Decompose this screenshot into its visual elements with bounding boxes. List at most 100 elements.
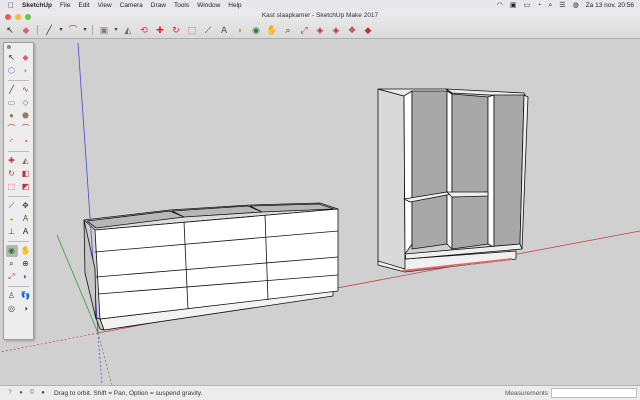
offset-icon[interactable]: ⟲ <box>137 23 151 37</box>
two-point-arc-icon[interactable]: ⌒ <box>20 123 32 135</box>
section-plane-icon[interactable]: ◑ <box>20 303 32 315</box>
line-icon[interactable]: ╱ <box>42 23 56 37</box>
three-point-arc-icon[interactable]: ◜ <box>6 136 18 148</box>
modeling-viewport[interactable] <box>0 39 640 385</box>
scene-canvas[interactable] <box>0 39 640 385</box>
menu-tools[interactable]: Tools <box>174 0 189 11</box>
shape-dropdown-icon[interactable]: ▾ <box>113 23 119 37</box>
wifi-like-icon[interactable]: ◠ <box>497 0 503 11</box>
look-around-icon[interactable]: ◎ <box>6 303 18 315</box>
move-icon[interactable]: ✚ <box>153 23 167 37</box>
select-icon[interactable]: ↖ <box>6 52 18 64</box>
pan-icon[interactable]: ✋ <box>265 23 279 37</box>
rotate-icon[interactable]: ↻ <box>169 23 183 37</box>
menu-window[interactable]: Window <box>197 0 220 11</box>
orbit-icon[interactable]: ◉ <box>249 23 263 37</box>
zoom-icon[interactable]: ⌕ <box>6 258 18 270</box>
zoom-extents-icon[interactable]: ⤢ <box>297 23 311 37</box>
palette-row: ▭ ◇ <box>4 97 33 109</box>
eraser-icon[interactable]: ◆ <box>19 23 33 37</box>
dimension-icon[interactable]: ✥ <box>20 200 32 212</box>
tape-measure-icon[interactable]: ⟋ <box>6 200 18 212</box>
previous-view-icon[interactable]: ◐ <box>20 271 32 283</box>
wifi-icon[interactable]: ◔ <box>537 0 541 11</box>
zoom-window-icon[interactable]: ⊕ <box>20 258 32 270</box>
battery-icon[interactable]: ▭ <box>524 0 531 11</box>
scale-icon[interactable]: ⬚ <box>185 23 199 37</box>
menu-help[interactable]: Help <box>228 0 241 11</box>
3d-text-icon[interactable]: A <box>20 226 32 238</box>
layout-icon[interactable]: ◆ <box>361 23 375 37</box>
menu-draw[interactable]: Draw <box>151 0 166 11</box>
position-camera-icon[interactable]: ♙ <box>6 290 18 302</box>
info-icon[interactable]: ? <box>6 389 14 397</box>
wardrobe-lower-left-panel <box>411 194 448 250</box>
palette-close-dot[interactable] <box>7 45 11 49</box>
palette-row: ⊥ A <box>4 226 33 238</box>
text-icon[interactable]: A <box>217 23 231 37</box>
offset-icon[interactable]: ◩ <box>20 181 32 193</box>
palette-row: ♙ 👣 <box>4 290 33 302</box>
dresser-model[interactable] <box>83 202 339 331</box>
polygon-icon[interactable]: ⬣ <box>20 110 32 122</box>
rotated-rectangle-icon[interactable]: ◇ <box>20 97 32 109</box>
paint-bucket-icon[interactable]: ◗ <box>233 23 247 37</box>
rotate-icon[interactable]: ↻ <box>6 168 18 180</box>
control-center-icon[interactable]: ☰ <box>559 0 565 11</box>
scale-icon[interactable]: ⬚ <box>6 181 18 193</box>
protractor-icon[interactable]: ◒ <box>6 213 18 225</box>
menu-app-name[interactable]: SketchUp <box>22 0 52 11</box>
menu-camera[interactable]: Camera <box>120 0 143 11</box>
geo-location-icon[interactable]: ● <box>17 389 25 397</box>
walk-icon[interactable]: 👣 <box>20 290 32 302</box>
eraser-icon[interactable]: ◆ <box>20 52 32 64</box>
palette-row: ↖ ◆ <box>4 52 33 64</box>
push-pull-icon[interactable]: ◭ <box>121 23 135 37</box>
arc-dropdown-icon[interactable]: ▾ <box>82 23 88 37</box>
user-icon[interactable]: ● <box>39 389 47 397</box>
search-icon[interactable]: ⌕ <box>548 0 552 11</box>
credits-icon[interactable]: © <box>28 389 36 397</box>
arc-icon[interactable]: ⌒ <box>66 23 80 37</box>
wardrobe-mid-divider <box>446 90 453 250</box>
menu-file[interactable]: File <box>60 0 70 11</box>
pie-icon[interactable]: ◔ <box>20 136 32 148</box>
share-model-icon[interactable]: ◈ <box>329 23 343 37</box>
wardrobe-right-divider <box>487 94 495 248</box>
siri-icon[interactable]: ◍ <box>573 0 579 11</box>
warehouse-icon[interactable]: ◈ <box>313 23 327 37</box>
arc-icon[interactable]: ⌒ <box>6 123 18 135</box>
follow-me-icon[interactable]: ◧ <box>20 168 32 180</box>
tape-measure-icon[interactable]: ⟋ <box>201 23 215 37</box>
zoom-icon[interactable]: ⌕ <box>281 23 295 37</box>
move-icon[interactable]: ✚ <box>6 155 18 167</box>
rectangle-icon[interactable]: ▭ <box>6 97 18 109</box>
window-titlebar: Kast slaapkamer - SketchUp Make 2017 ↖ ◆ ╱… <box>0 11 640 39</box>
palette-separator <box>8 241 29 242</box>
status-bar: ? ● © ● Drag to orbit. Shift = Pan, Opti… <box>0 385 640 400</box>
text-icon[interactable]: A <box>20 213 32 225</box>
box-icon[interactable]: ▣ <box>510 0 517 11</box>
make-component-icon[interactable]: ⬡ <box>6 65 18 77</box>
freehand-icon[interactable]: ∿ <box>20 84 32 96</box>
paint-bucket-icon[interactable]: ◗ <box>20 65 32 77</box>
zoom-extents-icon[interactable]: ⤢ <box>6 271 18 283</box>
apple-icon[interactable]:  <box>8 1 16 10</box>
orbit-icon[interactable]: ◉ <box>5 245 18 257</box>
menu-edit[interactable]: Edit <box>78 0 89 11</box>
menu-bar-clock[interactable]: Za 13 nov. 20:56 <box>586 2 634 9</box>
axes-icon[interactable]: ⊥ <box>6 226 18 238</box>
line-icon[interactable]: ╱ <box>6 84 18 96</box>
palette-row: ⌒ ⌒ <box>4 123 33 135</box>
shape-icon[interactable]: ▣ <box>97 23 111 37</box>
menu-view[interactable]: View <box>98 0 112 11</box>
line-dropdown-icon[interactable]: ▾ <box>58 23 64 37</box>
measurements-input[interactable] <box>551 388 637 398</box>
palette-separator <box>8 286 29 287</box>
push-pull-icon[interactable]: ◭ <box>20 155 32 167</box>
extension-warehouse-icon[interactable]: ❖ <box>345 23 359 37</box>
wardrobe-model[interactable] <box>377 88 529 273</box>
circle-icon[interactable]: ● <box>6 110 18 122</box>
pan-icon[interactable]: ✋ <box>20 245 32 257</box>
select-icon[interactable]: ↖ <box>3 23 17 37</box>
